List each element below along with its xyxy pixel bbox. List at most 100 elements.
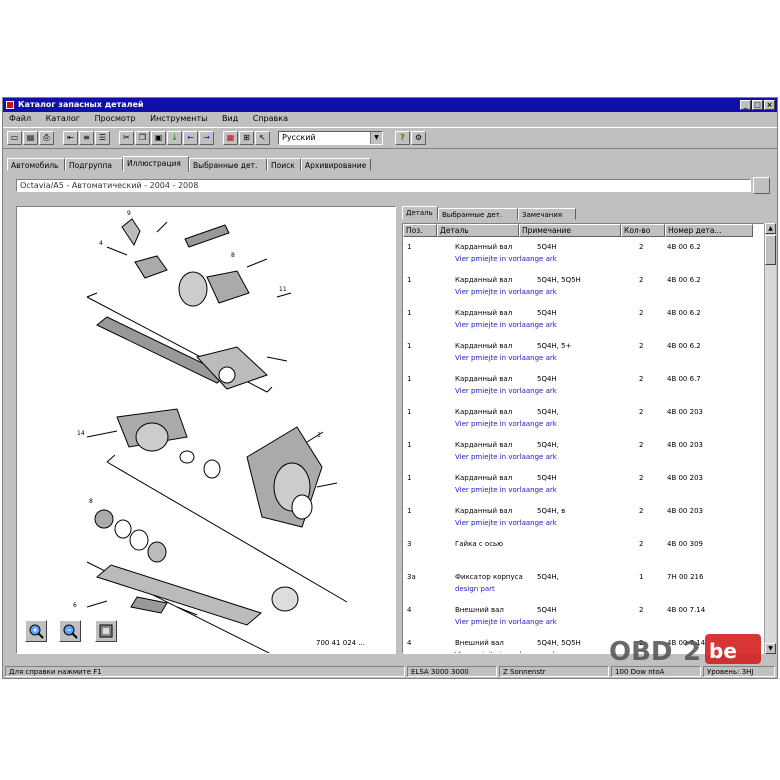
table-row[interactable]: 1 Карданный вал 5Q4H 2 4B 00 6.2 Vier pmiejte…	[403, 304, 753, 337]
svg-text:8: 8	[89, 498, 93, 505]
row-pos-cell: 1	[407, 276, 412, 284]
open-icon[interactable]: ▤	[23, 131, 38, 145]
row-pos-cell: 1	[407, 342, 412, 350]
minimize-button[interactable]: _	[740, 100, 751, 110]
zoom-out-button[interactable]	[59, 620, 81, 642]
col-number[interactable]: Номер дета...	[665, 224, 753, 237]
table-row[interactable]: 1 Карданный вал 5Q4H 2 4B 00 6.2 Vier pmiejte…	[403, 238, 753, 271]
row-link[interactable]: Vier pmiejte in vorlaange ark	[455, 453, 557, 461]
col-qty[interactable]: Кол-во	[621, 224, 665, 237]
row-pos-cell: 3	[407, 540, 412, 548]
menu-tools[interactable]: Инструменты	[150, 114, 207, 123]
tab-selected[interactable]: Выбранные дет.	[438, 208, 518, 220]
parts-scrollbar[interactable]: ▲ ▼	[764, 223, 776, 654]
row-part-cell: Гайка с осью	[455, 540, 504, 548]
table-row[interactable]: 1 Карданный вал 5Q4H, в 2 4B 00 203 Vier pmie…	[403, 502, 753, 535]
tools-icon[interactable]: ⚙	[411, 131, 426, 145]
close-button[interactable]: ×	[764, 100, 775, 110]
svg-text:6: 6	[73, 602, 77, 609]
scroll-thumb[interactable]	[765, 235, 776, 265]
chevron-down-icon[interactable]: ▼	[370, 132, 382, 144]
info-button[interactable]	[753, 177, 770, 194]
row-qty-cell: 2	[639, 276, 644, 284]
row-link[interactable]: Vier pmiejte in vorlaange ark	[455, 387, 557, 395]
row-pos-cell: 4	[407, 639, 412, 647]
row-pos-cell: 1	[407, 408, 412, 416]
row-link[interactable]: Vier pmiejte in vorlaange ark	[455, 255, 557, 263]
back-icon[interactable]: ⇤	[63, 131, 78, 145]
maximize-button[interactable]: □	[752, 100, 763, 110]
tab-vehicle[interactable]: Автомобиль	[7, 158, 65, 171]
down-arrow-icon[interactable]: ↓	[167, 131, 182, 145]
next-arrow-icon[interactable]: →	[199, 131, 214, 145]
cut-icon[interactable]: ✂	[119, 131, 134, 145]
col-note[interactable]: Примечание	[519, 224, 621, 237]
grid-icon[interactable]: ▦	[223, 131, 238, 145]
select-icon[interactable]: ⊞	[239, 131, 254, 145]
svg-text:9: 9	[127, 210, 131, 217]
table-row[interactable]: 1 Карданный вал 5Q4H, 2 4B 00 203 Vier pmiejt…	[403, 403, 753, 436]
row-note-cell: 5Q4H	[537, 309, 557, 317]
tab-part[interactable]: Деталь	[402, 206, 438, 220]
row-link[interactable]: Vier pmiejte in vorlaange ark	[455, 651, 557, 653]
scroll-up-icon[interactable]: ▲	[765, 223, 776, 234]
help-button[interactable]: ?	[395, 131, 410, 145]
row-note-cell: 5Q4H	[537, 243, 557, 251]
col-part[interactable]: Деталь	[437, 224, 519, 237]
menu-catalog[interactable]: Каталог	[46, 114, 80, 123]
fit-to-window-button[interactable]	[95, 620, 117, 642]
svg-text:2: 2	[683, 637, 701, 667]
col-pos[interactable]: Поз.	[403, 224, 437, 237]
row-link[interactable]: Vier pmiejte in vorlaange ark	[455, 618, 557, 626]
language-select[interactable]: Русский ▼	[278, 131, 383, 145]
row-pos-cell: 1	[407, 243, 412, 251]
menu-help[interactable]: Справка	[253, 114, 288, 123]
table-row[interactable]: 3 Гайка с осью 2 4B 00 309	[403, 535, 753, 568]
tab-archive[interactable]: Архивирование	[301, 158, 371, 171]
pointer-icon[interactable]: ↖	[255, 131, 270, 145]
row-link[interactable]: Vier pmiejte in vorlaange ark	[455, 321, 557, 329]
copy-icon[interactable]: ❐	[135, 131, 150, 145]
svg-text:be: be	[709, 639, 737, 663]
row-link[interactable]: Vier pmiejte in vorlaange ark	[455, 486, 557, 494]
row-number-cell: 4B 00 203	[667, 474, 703, 482]
tab-subgroup[interactable]: Подгруппа	[65, 158, 123, 171]
row-qty-cell: 2	[639, 441, 644, 449]
fit-icon	[99, 624, 113, 638]
tab-notes[interactable]: Замечания	[518, 208, 576, 220]
row-part-cell: Карданный вал	[455, 507, 513, 515]
tab-search[interactable]: Поиск	[267, 158, 301, 171]
table-row[interactable]: 1 Карданный вал 5Q4H, 2 4B 00 203 Vier pmiejt…	[403, 436, 753, 469]
table-row[interactable]: 1 Карданный вал 5Q4H, 5Q5H 2 4B 00 6.2 Vier p…	[403, 271, 753, 304]
table-row[interactable]: 1 Карданный вал 5Q4H 2 4B 00 6.7 Vier pmiejte…	[403, 370, 753, 403]
tab-selected-parts[interactable]: Выбранные дет.	[189, 158, 267, 171]
app-window: Каталог запасных деталей _ □ × Файл Ката…	[2, 97, 778, 679]
menu-window[interactable]: Вид	[222, 114, 238, 123]
table-row[interactable]: 1 Карданный вал 5Q4H 2 4B 00 203 Vier pmiejte…	[403, 469, 753, 502]
row-number-cell: 4B 00 6.7	[667, 375, 701, 383]
row-number-cell: 7H 00 216	[667, 573, 704, 581]
row-number-cell: 4B 00 203	[667, 408, 703, 416]
row-link[interactable]: design part	[455, 585, 495, 593]
row-qty-cell: 1	[639, 573, 644, 581]
list-icon[interactable]: ≡	[79, 131, 94, 145]
new-icon[interactable]: ▭	[7, 131, 22, 145]
print-icon[interactable]: ⎙	[39, 131, 54, 145]
row-note-cell: 5Q4H, в	[537, 507, 566, 515]
row-link[interactable]: Vier pmiejte in vorlaange ark	[455, 288, 557, 296]
tab-illustration[interactable]: Иллюстрация	[123, 156, 189, 172]
table-row[interactable]: 3a Фиксатор корпуса 5Q4H, 1 7H 00 216 design …	[403, 568, 753, 601]
row-note-cell: 5Q4H	[537, 474, 557, 482]
zoom-in-button[interactable]	[25, 620, 47, 642]
details-icon[interactable]: ☰	[95, 131, 110, 145]
row-link[interactable]: Vier pmiejte in vorlaange ark	[455, 354, 557, 362]
exploded-parts-drawing[interactable]: 9 4 8 11 14 3 8 6 700 41 024 ...	[16, 206, 396, 654]
row-link[interactable]: Vier pmiejte in vorlaange ark	[455, 420, 557, 428]
prev-arrow-icon[interactable]: ←	[183, 131, 198, 145]
table-row[interactable]: 1 Карданный вал 5Q4H, 5+ 2 4B 00 6.2 Vier pmi…	[403, 337, 753, 370]
row-link[interactable]: Vier pmiejte in vorlaange ark	[455, 519, 557, 527]
scroll-down-icon[interactable]: ▼	[765, 643, 776, 654]
menu-view[interactable]: Просмотр	[95, 114, 136, 123]
menu-file[interactable]: Файл	[9, 114, 31, 123]
paste-icon[interactable]: ▣	[151, 131, 166, 145]
